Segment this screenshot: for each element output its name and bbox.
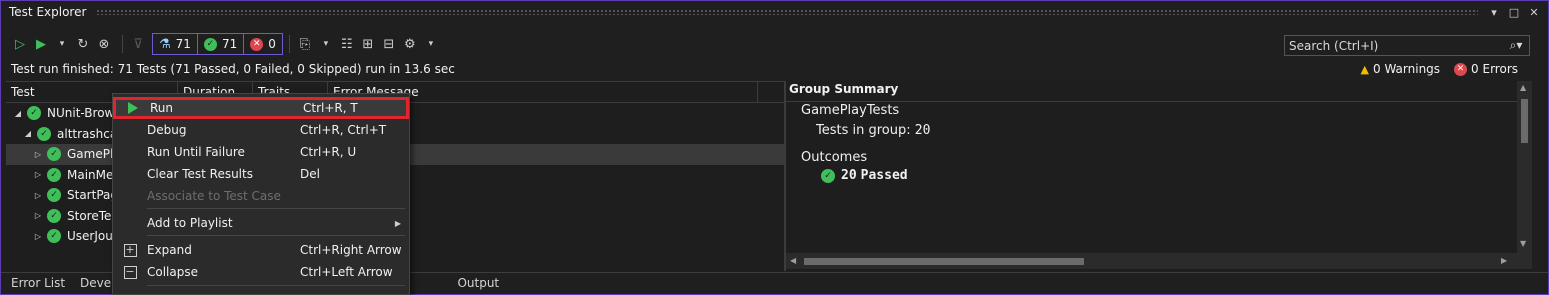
horizontal-scrollbar[interactable]: ◀ ▶ <box>786 253 1532 269</box>
scroll-down-icon[interactable]: ▼ <box>1520 239 1526 248</box>
settings-dropdown-icon[interactable]: ▾ <box>422 33 440 55</box>
test-count-badges: ⚗ 71 ✓ 71 ✕ 0 <box>152 33 283 55</box>
passed-tests-badge[interactable]: ✓ 71 <box>198 34 245 54</box>
run-dropdown-icon[interactable]: ▾ <box>53 33 71 55</box>
window-title: Test Explorer <box>9 5 87 19</box>
settings-gear-icon[interactable]: ⚙ <box>401 33 419 55</box>
collapsed-arrow-icon[interactable]: ▷ <box>32 170 44 179</box>
group-summary-title: Group Summary <box>789 82 899 96</box>
warnings-errors: ▲ 0 Warnings ✕ 0 Errors <box>1361 62 1518 76</box>
playlist-icon[interactable]: ⎘ <box>296 33 314 55</box>
passed-icon: ✓ <box>37 126 51 141</box>
scroll-right-icon[interactable]: ▶ <box>1501 256 1507 265</box>
warning-icon: ▲ <box>1360 62 1369 76</box>
warnings-indicator[interactable]: ▲ 0 Warnings <box>1361 62 1441 76</box>
group-summary-pane: Group Summary GamePlayTests Tests in gro… <box>786 81 1532 271</box>
group-by-dropdown-icon[interactable]: ▾ <box>317 33 335 55</box>
x-icon: ✕ <box>250 37 264 51</box>
filter-icon[interactable]: ⊽ <box>129 33 147 55</box>
menu-item-expand[interactable]: + Expand Ctrl+Right Arrow <box>113 239 409 261</box>
flask-icon: ⚗ <box>159 36 171 52</box>
menu-item-run[interactable]: Run Ctrl+R, T <box>113 97 409 119</box>
menu-item-associate: Associate to Test Case <box>147 189 281 203</box>
total-tests-badge[interactable]: ⚗ 71 <box>153 34 198 54</box>
collapsed-arrow-icon[interactable]: ▷ <box>32 232 44 241</box>
expand-all-icon[interactable]: ⊞ <box>359 33 377 55</box>
expand-icon: + <box>123 242 137 257</box>
toolbar-separator <box>288 35 290 53</box>
errors-indicator[interactable]: ✕ 0 Errors <box>1454 62 1518 76</box>
cancel-run-icon[interactable]: ⊗ <box>95 33 113 55</box>
search-box[interactable]: Search (Ctrl+I) ⌕▾ <box>1284 35 1530 56</box>
hierarchy-icon[interactable]: ☷ <box>338 33 356 55</box>
expanded-arrow-icon[interactable]: ◢ <box>12 109 24 118</box>
menu-item-add-to-playlist[interactable]: Add to Playlist ▶ <box>113 212 409 234</box>
search-icon[interactable]: ⌕▾ <box>1503 38 1529 53</box>
title-bar: Test Explorer ▾ □ ✕ <box>1 1 1548 23</box>
tab-error-list[interactable]: Error List <box>1 276 70 290</box>
collapse-icon: − <box>123 264 137 279</box>
menu-item-clear-results[interactable]: Clear Test Results Del <box>113 163 409 185</box>
maximize-icon[interactable]: □ <box>1508 6 1520 19</box>
run-all-icon[interactable]: ▷ <box>11 33 29 55</box>
run-icon[interactable]: ▶ <box>32 33 50 55</box>
menu-item-run-until-failure[interactable]: Run Until Failure Ctrl+R, U <box>113 141 409 163</box>
toolbar-separator <box>122 35 123 53</box>
menu-item-collapse[interactable]: − Collapse Ctrl+Left Arrow <box>113 261 409 283</box>
repeat-last-run-icon[interactable]: ↻ <box>74 33 92 55</box>
tab-output[interactable]: Output <box>447 276 504 290</box>
outcomes-label: Outcomes <box>801 150 868 165</box>
drag-grip[interactable] <box>96 9 1478 15</box>
failed-tests-badge[interactable]: ✕ 0 <box>244 34 282 54</box>
close-icon[interactable]: ✕ <box>1528 6 1540 19</box>
scroll-thumb[interactable] <box>804 258 1084 265</box>
search-input[interactable]: Search (Ctrl+I) <box>1289 39 1503 53</box>
context-menu: Run Ctrl+R, T Debug Ctrl+R, Ctrl+T Run U… <box>112 93 410 295</box>
expanded-arrow-icon[interactable]: ◢ <box>22 129 34 138</box>
menu-separator <box>147 235 405 236</box>
menu-separator <box>147 285 405 286</box>
run-summary: Test run finished: 71 Tests (71 Passed, … <box>11 62 455 76</box>
tests-count: 20 <box>914 123 931 138</box>
passed-icon: ✓ <box>47 229 61 244</box>
scroll-up-icon[interactable]: ▲ <box>1520 83 1526 92</box>
error-icon: ✕ <box>1454 62 1468 76</box>
collapsed-arrow-icon[interactable]: ▷ <box>32 150 44 159</box>
collapsed-arrow-icon[interactable]: ▷ <box>32 211 44 220</box>
run-play-icon <box>116 102 150 114</box>
collapsed-arrow-icon[interactable]: ▷ <box>32 191 44 200</box>
group-name: GamePlayTests <box>801 103 900 118</box>
scroll-left-icon[interactable]: ◀ <box>790 256 796 265</box>
passed-outcome[interactable]: ✓ 20 Passed <box>818 168 908 183</box>
vertical-scrollbar[interactable]: ▲ ▼ <box>1517 81 1532 253</box>
submenu-arrow-icon: ▶ <box>394 218 401 228</box>
passed-icon: ✓ <box>47 167 61 182</box>
tests-in-group: Tests in group: 20 <box>816 123 931 138</box>
passed-icon: ✓ <box>821 168 835 183</box>
menu-separator <box>147 208 405 209</box>
passed-icon: ✓ <box>47 147 61 162</box>
window-menu-icon[interactable]: ▾ <box>1488 6 1500 19</box>
passed-icon: ✓ <box>47 188 61 203</box>
passed-icon: ✓ <box>27 106 41 121</box>
collapse-all-icon[interactable]: ⊟ <box>380 33 398 55</box>
scroll-thumb[interactable] <box>1521 99 1528 143</box>
menu-item-debug[interactable]: Debug Ctrl+R, Ctrl+T <box>113 119 409 141</box>
check-icon: ✓ <box>203 37 217 51</box>
passed-icon: ✓ <box>47 208 61 223</box>
divider <box>786 101 1532 102</box>
